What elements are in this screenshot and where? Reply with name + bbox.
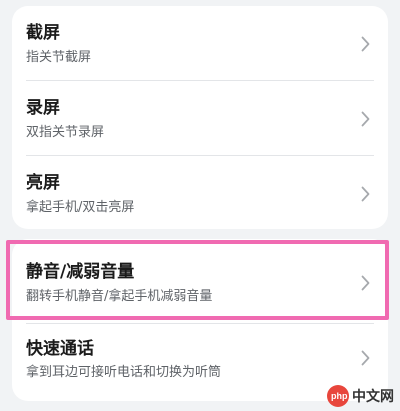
settings-item-mute-volume[interactable]: 静音/减弱音量 翻转手机静音/拿起手机减弱音量 (12, 245, 388, 319)
item-subtitle: 翻转手机静音/拿起手机减弱音量 (26, 289, 213, 304)
divider (26, 323, 374, 324)
chevron-right-icon (361, 186, 370, 202)
item-subtitle: 拿到耳边可接听电话和切换为听筒 (26, 365, 222, 380)
settings-item-quick-call[interactable]: 快速通话 拿到耳边可接听电话和切换为听筒 (12, 326, 388, 400)
item-title: 静音/减弱音量 (26, 262, 135, 282)
item-title: 截屏 (26, 23, 60, 43)
settings-card-calls: 静音/减弱音量 翻转手机静音/拿起手机减弱音量 快速通话 拿到耳边可接听电话和切… (12, 239, 388, 401)
item-subtitle: 拿起手机/双击亮屏 (26, 200, 135, 215)
settings-item-wake-screen[interactable]: 亮屏 拿起手机/双击亮屏 (12, 156, 388, 230)
item-title: 录屏 (26, 98, 60, 118)
settings-screen: 截屏 指关节截屏 录屏 双指关节录屏 亮屏 拿起手机/双击亮屏 静音/减弱音量 (0, 0, 400, 411)
item-subtitle: 指关节截屏 (26, 50, 92, 65)
settings-card-gestures: 截屏 指关节截屏 录屏 双指关节录屏 亮屏 拿起手机/双击亮屏 (12, 6, 388, 229)
chevron-right-icon (361, 275, 370, 291)
chevron-right-icon (361, 36, 370, 52)
item-title: 亮屏 (26, 173, 60, 193)
chevron-right-icon (361, 350, 370, 366)
settings-item-screenshot[interactable]: 截屏 指关节截屏 (12, 6, 388, 80)
item-title: 快速通话 (26, 339, 94, 359)
settings-item-screen-record[interactable]: 录屏 双指关节录屏 (12, 81, 388, 155)
chevron-right-icon (361, 111, 370, 127)
item-subtitle: 双指关节录屏 (26, 125, 105, 140)
